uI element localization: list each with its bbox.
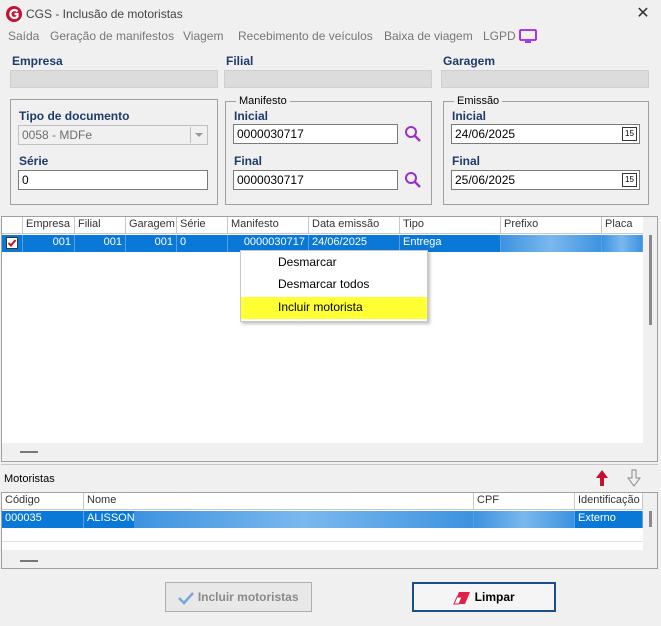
- vertical-scrollbar[interactable]: [643, 217, 657, 443]
- column-header-empresa[interactable]: Empresa: [23, 217, 75, 234]
- drivers-grid[interactable]: Código Nome CPF Identificação 000035 ALI…: [1, 492, 658, 569]
- limpar-label: Limpar: [474, 590, 515, 604]
- table-row[interactable]: 000035 ALISSON Externo: [2, 511, 643, 528]
- serie-input[interactable]: 0: [18, 170, 208, 190]
- column-header-manifesto[interactable]: Manifesto: [228, 217, 309, 234]
- row-divider: [2, 541, 643, 542]
- column-header-codigo[interactable]: Código: [2, 493, 84, 510]
- incluir-motoristas-button[interactable]: Incluir motoristas: [165, 582, 312, 612]
- column-header-data-emissao[interactable]: Data emissão: [309, 217, 400, 234]
- manifesto-final-input[interactable]: 0000030717: [233, 170, 398, 190]
- motoristas-label: Motoristas: [4, 473, 55, 485]
- vertical-scrollbar[interactable]: [643, 493, 657, 550]
- cell-nome-redacted: [134, 511, 474, 528]
- filial-field: [224, 70, 432, 88]
- cell-garagem: 001: [126, 235, 177, 252]
- checkbox-checked-icon: [6, 237, 18, 249]
- empresa-label: Empresa: [12, 54, 63, 68]
- app-logo-icon: [6, 6, 22, 22]
- title-bar: CGS - Inclusão de motoristas ✕: [0, 0, 661, 28]
- incluir-motoristas-label: Incluir motoristas: [197, 590, 299, 604]
- column-header-identificacao[interactable]: Identificação: [575, 493, 643, 510]
- scrollbar-thumb[interactable]: [649, 235, 652, 325]
- menu-recebimento-veiculos[interactable]: Recebimento de veículos: [238, 29, 373, 43]
- motoristas-header: Motoristas: [1, 464, 658, 490]
- checkbox-column-header: [2, 217, 23, 234]
- cell-empresa: 001: [23, 235, 75, 252]
- menu-item-incluir-motorista[interactable]: Incluir motorista: [241, 297, 427, 319]
- monitor-icon[interactable]: [519, 29, 537, 43]
- close-button[interactable]: ✕: [632, 3, 654, 25]
- column-header-placa[interactable]: Placa: [602, 217, 644, 234]
- column-header-prefixo[interactable]: Prefixo: [501, 217, 602, 234]
- emissao-inicial-input[interactable]: 24/06/2025 15: [451, 124, 640, 144]
- menu-bar: Saída Geração de manifestos Viagem Receb…: [0, 26, 661, 46]
- menu-item-desmarcar[interactable]: Desmarcar: [241, 252, 427, 274]
- eraser-icon: [453, 591, 471, 605]
- cell-placa: [602, 235, 643, 252]
- context-menu: Desmarcar Desmarcar todos Incluir motori…: [240, 250, 428, 322]
- filial-label: Filial: [226, 54, 254, 68]
- manifesto-inicial-input[interactable]: 0000030717: [233, 124, 398, 144]
- menu-item-desmarcar-todos[interactable]: Desmarcar todos: [241, 274, 427, 296]
- menu-baixa-viagem[interactable]: Baixa de viagem: [384, 29, 473, 43]
- cell-identificacao: Externo: [575, 511, 643, 528]
- limpar-button[interactable]: Limpar: [412, 582, 556, 612]
- arrow-up-icon[interactable]: [595, 469, 609, 487]
- cell-nome: ALISSON: [87, 512, 134, 524]
- empresa-field: [10, 70, 218, 88]
- serie-label: Série: [19, 154, 49, 168]
- column-header-cpf[interactable]: CPF: [474, 493, 575, 510]
- scrollbar-thumb[interactable]: [649, 511, 652, 527]
- chevron-down-icon[interactable]: [190, 127, 206, 143]
- tipo-documento-value: 0058 - MDFe: [22, 128, 93, 142]
- emissao-final-value: 25/06/2025: [455, 173, 516, 187]
- tipo-documento-select[interactable]: 0058 - MDFe: [18, 125, 208, 145]
- horizontal-scrollbar[interactable]: [2, 550, 657, 568]
- calendar-icon[interactable]: 15: [622, 127, 637, 141]
- menu-saida[interactable]: Saída: [8, 29, 39, 43]
- cell-filial: 001: [75, 235, 126, 252]
- menu-lgpd[interactable]: LGPD: [483, 29, 516, 43]
- cell-codigo: 000035: [2, 511, 84, 528]
- emissao-final-label: Final: [452, 154, 481, 168]
- column-header-nome[interactable]: Nome: [84, 493, 474, 510]
- arrow-down-icon[interactable]: [627, 469, 641, 487]
- column-header-tipo[interactable]: Tipo: [400, 217, 501, 234]
- emissao-inicial-value: 24/06/2025: [455, 127, 516, 141]
- row-checkbox[interactable]: [2, 235, 23, 252]
- search-icon[interactable]: [404, 125, 422, 143]
- cell-prefixo: [501, 235, 602, 252]
- window-title: CGS - Inclusão de motoristas: [26, 7, 183, 21]
- emissao-group-title: Emissão: [454, 95, 503, 107]
- garagem-label: Garagem: [443, 54, 496, 68]
- calendar-icon[interactable]: 15: [622, 173, 637, 187]
- scrollbar-thumb[interactable]: [20, 560, 38, 562]
- column-header-serie[interactable]: Série: [177, 217, 228, 234]
- search-icon[interactable]: [404, 171, 422, 189]
- manifesto-final-label: Final: [234, 154, 263, 168]
- emissao-inicial-label: Inicial: [452, 109, 487, 123]
- checkmark-icon: [178, 591, 195, 605]
- garagem-field: [441, 70, 649, 88]
- cell-cpf: [474, 511, 575, 528]
- menu-viagem[interactable]: Viagem: [183, 29, 223, 43]
- menu-geracao-manifestos[interactable]: Geração de manifestos: [50, 29, 174, 43]
- column-header-filial[interactable]: Filial: [75, 217, 126, 234]
- manifesto-group-title: Manifesto: [236, 95, 290, 107]
- horizontal-scrollbar[interactable]: [2, 443, 657, 461]
- tipo-documento-label: Tipo de documento: [19, 109, 130, 123]
- column-header-garagem[interactable]: Garagem: [126, 217, 177, 234]
- cell-serie: 0: [177, 235, 228, 252]
- emissao-final-input[interactable]: 25/06/2025 15: [451, 170, 640, 190]
- scrollbar-thumb[interactable]: [20, 451, 38, 453]
- manifesto-inicial-label: Inicial: [234, 109, 269, 123]
